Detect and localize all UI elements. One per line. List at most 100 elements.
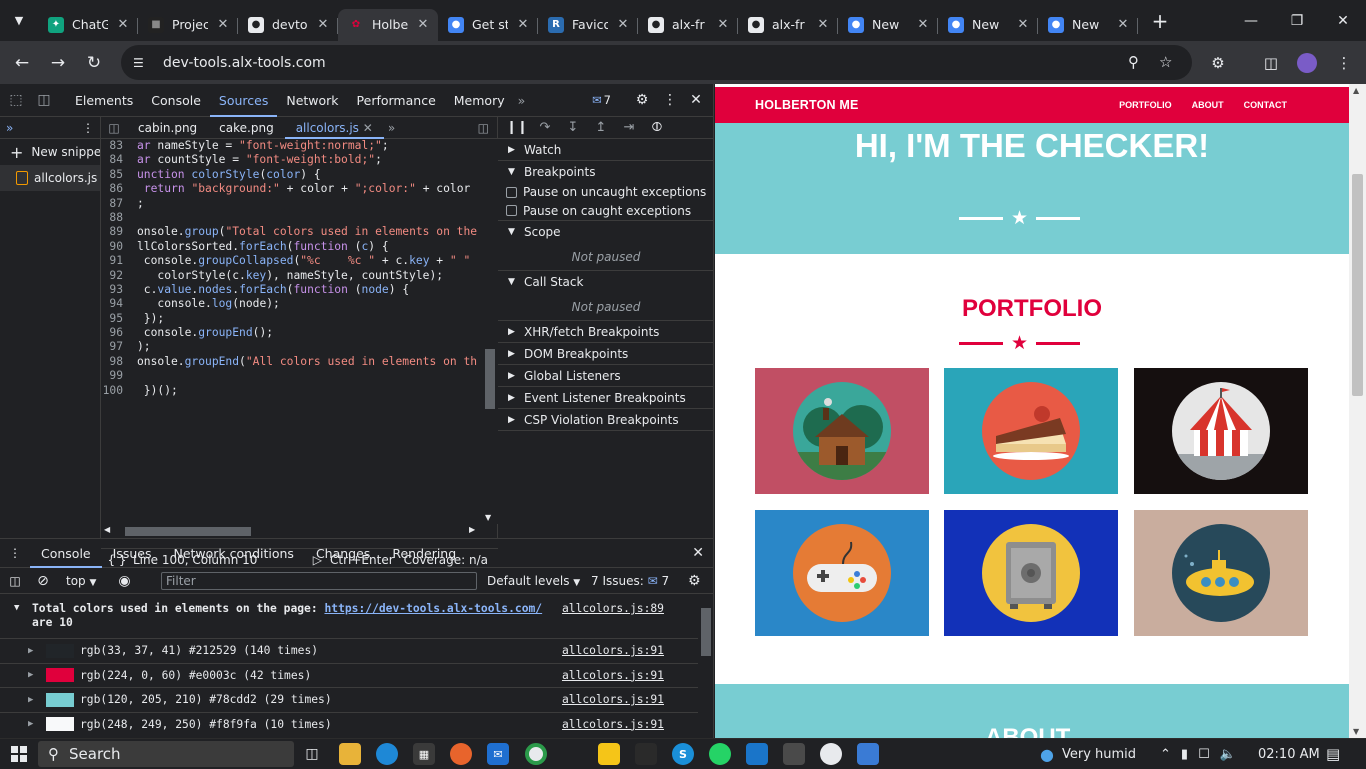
notes-icon[interactable] <box>598 743 620 765</box>
more-editor-tabs-icon[interactable]: » <box>384 121 395 135</box>
debugger-section-3[interactable]: ▶ Event Listener Breakpoints <box>498 387 714 409</box>
avatar[interactable] <box>1293 49 1321 77</box>
toggle-navigator-icon[interactable]: ◫ <box>101 121 127 135</box>
context-selector[interactable]: top ▼ <box>66 574 96 588</box>
step-into-icon[interactable]: ↧ <box>562 120 584 135</box>
close-icon[interactable]: ✕ <box>1016 17 1030 32</box>
extensions-icon[interactable]: ⚙ <box>1204 49 1232 77</box>
mail-icon[interactable]: ✉ <box>487 743 509 765</box>
code-area[interactable]: 83 ar nameStyle = "font-weight:normal;"; 8… <box>101 139 482 479</box>
nav-about-link[interactable]: ABOUT <box>1192 100 1224 110</box>
step-icon[interactable]: ⇥ <box>618 120 640 135</box>
devtools-tab-console[interactable]: Console <box>142 84 210 117</box>
drawer-menu-icon[interactable]: ⋮ <box>0 546 30 560</box>
editor-horizontal-scrollbar[interactable]: ◀ ▶ <box>101 524 482 538</box>
browser-tab-2[interactable]: ● devto ✕ <box>238 9 338 41</box>
close-window-button[interactable]: ✕ <box>1320 0 1366 41</box>
step-over-icon[interactable]: ↷ <box>534 120 556 135</box>
call-stack-section[interactable]: ▼ Call Stack <box>498 271 714 293</box>
navigator-menu-icon[interactable]: ⋮ <box>82 121 94 135</box>
breakpoints-section[interactable]: ▼ Breakpoints <box>498 161 714 183</box>
url-text[interactable]: dev-tools.alx-tools.com <box>163 55 326 71</box>
pause-uncaught-checkbox[interactable]: Pause on uncaught exceptions <box>498 183 714 201</box>
portfolio-tile-game[interactable] <box>755 510 929 636</box>
toggle-debugger-icon[interactable]: ◫ <box>478 121 489 135</box>
close-icon[interactable]: ✕ <box>716 17 730 32</box>
whatsapp-icon[interactable] <box>709 743 731 765</box>
console-source-link[interactable]: allcolors.js:91 <box>562 669 664 682</box>
devtools-tab-memory[interactable]: Memory <box>445 84 514 117</box>
reload-button[interactable]: ↻ <box>76 45 112 81</box>
console-group-header[interactable]: ▼ Total colors used in elements on the p… <box>0 596 698 638</box>
close-icon[interactable]: ✕ <box>616 17 630 32</box>
line-number[interactable]: 100 <box>101 384 139 398</box>
portfolio-tile-circus[interactable] <box>1134 368 1308 494</box>
console-source-link[interactable]: allcolors.js:91 <box>562 693 664 706</box>
site-brand[interactable]: HOLBERTON ME <box>755 98 859 112</box>
close-icon[interactable]: ✕ <box>116 17 130 32</box>
devtools-tab-elements[interactable]: Elements <box>66 84 142 117</box>
side-panel-icon[interactable]: ◫ <box>1257 49 1285 77</box>
line-number[interactable]: 89 <box>101 225 139 239</box>
browser-tab-3[interactable]: ✿ Holbe ✕ <box>338 8 438 41</box>
clear-console-icon[interactable]: ⊘ <box>30 573 56 589</box>
address-bar[interactable]: ☰ dev-tools.alx-tools.com ⚲ ☆ <box>121 45 1192 80</box>
image-app-icon[interactable] <box>857 743 879 765</box>
line-number[interactable]: 99 <box>101 369 139 383</box>
new-tab-button[interactable]: + <box>1146 7 1174 35</box>
browser-tab-8[interactable]: ● New ✕ <box>838 9 938 41</box>
page-scrollbar[interactable]: ▲ ▼ <box>1349 84 1366 738</box>
console-scrollbar[interactable] <box>698 596 714 739</box>
chevron-up-icon[interactable]: ⌃ <box>1160 747 1171 762</box>
browser-tab-1[interactable]: ■ Projec ✕ <box>138 9 238 41</box>
console-sidebar-icon[interactable]: ◫ <box>0 574 30 588</box>
store-icon[interactable]: ▦ <box>413 743 435 765</box>
devtools-menu-icon[interactable]: ⋮ <box>658 88 682 112</box>
close-icon[interactable]: ✕ <box>416 17 430 32</box>
nav-portfolio-link[interactable]: PORTFOLIO <box>1119 100 1172 110</box>
live-expression-eye-icon[interactable]: ◉ <box>118 573 130 589</box>
notifications-icon[interactable]: ▤ <box>1326 739 1340 769</box>
line-number[interactable]: 85 <box>101 168 139 182</box>
vscode-icon[interactable] <box>746 743 768 765</box>
line-number[interactable]: 90 <box>101 240 139 254</box>
issues-counter[interactable]: ✉ 7 <box>592 93 611 107</box>
snippet-file-item[interactable]: allcolors.js <box>0 165 100 191</box>
browser-tab-6[interactable]: ● alx-fr ✕ <box>638 9 738 41</box>
portfolio-tile-safe[interactable] <box>944 510 1118 636</box>
editor-tab-allcolors[interactable]: allcolors.js ✕ <box>284 117 384 139</box>
portfolio-tile-submarine[interactable] <box>1134 510 1308 636</box>
inspect-element-icon[interactable]: ⬚ <box>2 86 30 114</box>
line-number[interactable]: 87 <box>101 197 139 211</box>
console-color-row[interactable]: ▶ rgb(120, 205, 210) #78cdd2 (29 times) al… <box>0 687 698 712</box>
close-icon[interactable]: ✕ <box>216 17 230 32</box>
line-number[interactable]: 97 <box>101 340 139 354</box>
nav-contact-link[interactable]: CONTACT <box>1244 100 1287 110</box>
edge-icon[interactable] <box>376 743 398 765</box>
editor-tab-cake[interactable]: cake.png <box>208 117 285 139</box>
scope-section[interactable]: ▼ Scope <box>498 221 714 243</box>
drawer-tab-changes[interactable]: Changes <box>305 539 381 568</box>
console-issues-button[interactable]: 7 Issues: ✉ 7 <box>591 574 669 588</box>
new-snippet-button[interactable]: + New snippet <box>0 139 100 165</box>
console-color-row[interactable]: ▶ rgb(248, 249, 250) #f8f9fa (10 times) al… <box>0 711 698 737</box>
task-view-icon[interactable]: ◫ <box>301 743 323 765</box>
photos-icon[interactable] <box>635 743 657 765</box>
debugger-section-1[interactable]: ▶ DOM Breakpoints <box>498 343 714 365</box>
close-icon[interactable]: ✕ <box>316 17 330 32</box>
minimize-button[interactable]: — <box>1228 0 1274 41</box>
pause-icon[interactable]: ❙❙ <box>506 120 528 135</box>
browser-tab-5[interactable]: R Favico ✕ <box>538 9 638 41</box>
line-number[interactable]: 83 <box>101 139 139 153</box>
line-number[interactable]: 98 <box>101 355 139 369</box>
debugger-section-4[interactable]: ▶ CSP Violation Breakpoints <box>498 409 714 431</box>
app-window-icon[interactable] <box>783 743 805 765</box>
step-out-icon[interactable]: ↥ <box>590 120 612 135</box>
drawer-tab-issues[interactable]: Issues <box>102 539 163 568</box>
line-number[interactable]: 93 <box>101 283 139 297</box>
console-filter-input[interactable]: Filter <box>161 572 477 590</box>
line-number[interactable]: 96 <box>101 326 139 340</box>
devtools-tab-network[interactable]: Network <box>277 84 347 117</box>
drawer-tab-network-conditions[interactable]: Network conditions <box>162 539 304 568</box>
close-icon[interactable]: ✕ <box>516 17 530 32</box>
